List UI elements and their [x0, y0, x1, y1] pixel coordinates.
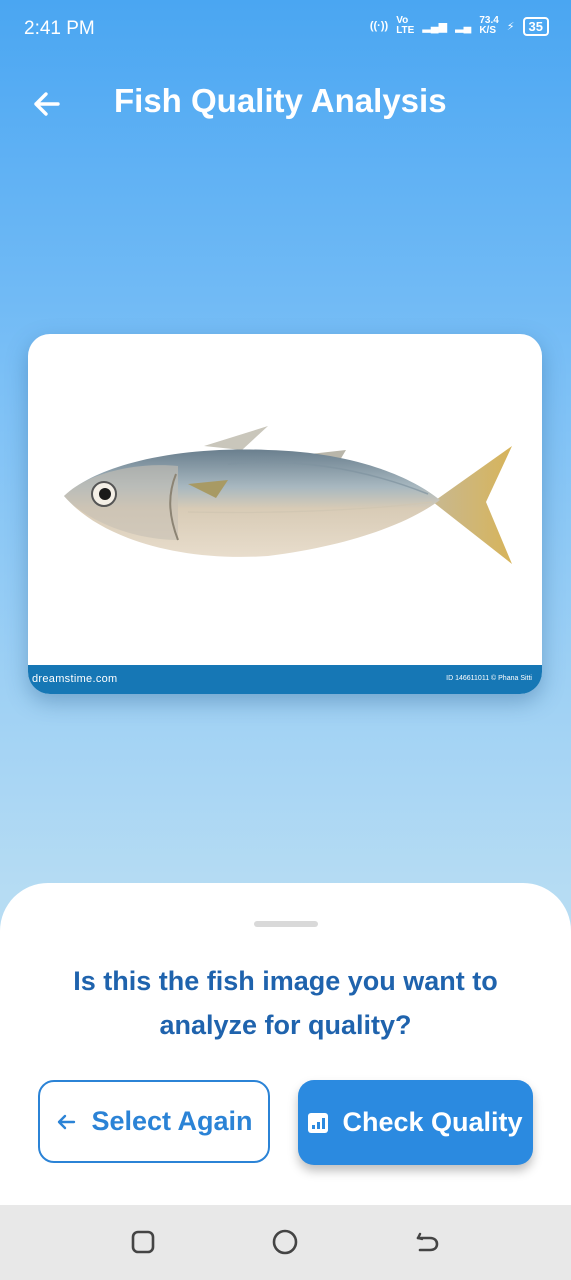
app-bar: Fish Quality Analysis: [0, 70, 571, 134]
fish-image-card: dreamstime.com ID 146611011 © Phana Sitt…: [28, 334, 542, 694]
back-nav-button[interactable]: [410, 1225, 444, 1259]
image-watermark-bar: dreamstime.com ID 146611011 © Phana Sitt…: [28, 665, 542, 694]
battery-level: 35: [528, 18, 543, 34]
charging-icon: ⚡: [506, 20, 515, 33]
sheet-drag-handle[interactable]: [254, 921, 318, 927]
check-quality-button[interactable]: Check Quality: [298, 1080, 533, 1165]
home-button[interactable]: [268, 1225, 302, 1259]
recent-apps-button[interactable]: [126, 1225, 160, 1259]
check-quality-label: Check Quality: [342, 1107, 523, 1137]
watermark-id: ID 146611011 © Phana Sitti: [446, 675, 532, 682]
signal-icon-2: ▂▄: [455, 20, 472, 33]
fish-image: [64, 426, 512, 564]
select-again-button[interactable]: Select Again: [38, 1080, 270, 1163]
net-speed-unit: K/S: [479, 25, 496, 36]
confirmation-question: Is this the fish image you want to analy…: [73, 966, 498, 1040]
system-nav-bar: [0, 1205, 571, 1280]
confirmation-sheet: Is this the fish image you want to analy…: [0, 883, 571, 1205]
status-icons: ((·)) Vo LTE ▂▄▆ ▂▄ 73.4 K/S ⚡ 35: [370, 16, 549, 36]
select-again-label: Select Again: [91, 1106, 253, 1136]
return-icon: [416, 1232, 439, 1252]
back-arrow-icon: [34, 92, 60, 116]
status-bar: 2:41 PM ((·)) Vo LTE ▂▄▆ ▂▄ 73.4 K/S ⚡ 3…: [0, 0, 571, 58]
page-title: Fish Quality Analysis: [114, 82, 447, 119]
volte-lte-label: LTE: [396, 25, 415, 36]
square-icon: [131, 1230, 155, 1254]
watermark-site: dreamstime.com: [32, 673, 118, 685]
analytics-icon: [308, 1112, 329, 1133]
circle-icon: [272, 1229, 298, 1255]
status-time: 2:41 PM: [24, 18, 95, 39]
back-arrow-icon: [58, 1114, 76, 1129]
volte-icon: Vo LTE: [396, 16, 414, 36]
hotspot-icon: ((·)): [369, 20, 389, 32]
net-speed: 73.4 K/S: [479, 16, 498, 36]
battery-icon: 35: [522, 16, 549, 36]
back-button[interactable]: [28, 84, 68, 124]
signal-icon-1: ▂▄▆: [422, 20, 448, 33]
